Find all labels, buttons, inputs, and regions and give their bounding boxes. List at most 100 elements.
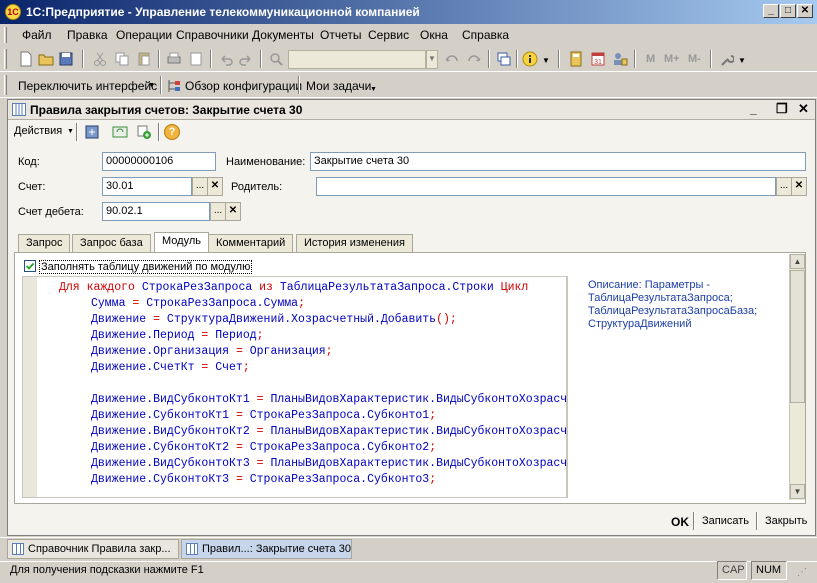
code-line: Для каждого СтрокаРезЗапроса из ТаблицаР… [59, 281, 529, 294]
num-lock-indicator: NUM [751, 561, 787, 580]
debit-account-field[interactable]: 90.02.1 [102, 202, 210, 221]
search-next-icon[interactable] [466, 51, 482, 67]
parent-clear-button[interactable]: ✕ [791, 177, 807, 196]
parent-select-button[interactable]: ... [776, 177, 792, 196]
switch-interface-dropdown-icon[interactable]: ▼ [148, 82, 155, 89]
memory-m-button[interactable]: M [646, 53, 655, 65]
my-tasks-dropdown-icon[interactable]: ▼ [370, 86, 377, 93]
cut-icon[interactable] [92, 51, 108, 67]
resize-grip-icon[interactable]: ⋰ [797, 567, 811, 579]
tools-icon[interactable] [718, 51, 734, 67]
close-button[interactable]: Закрыть [765, 515, 807, 527]
info-dropdown-icon[interactable]: ▼ [542, 56, 550, 65]
taskbar-item-label: Справочник Правила закр... [28, 543, 171, 555]
undo-icon[interactable] [218, 51, 234, 67]
toolbar-grip[interactable] [4, 49, 7, 69]
form-close-icon[interactable]: ✕ [798, 101, 809, 117]
account-clear-button[interactable]: ✕ [207, 177, 223, 196]
help-icon[interactable]: ? [164, 124, 180, 140]
account-field[interactable]: 30.01 [102, 177, 192, 196]
calculator-icon[interactable] [568, 51, 584, 67]
menu-windows[interactable]: Окна [420, 28, 448, 42]
config-tree-icon[interactable] [166, 78, 182, 94]
account-select-button[interactable]: ... [192, 177, 208, 196]
menu-file[interactable]: Файл [22, 28, 52, 42]
menu-reports[interactable]: Отчеты [320, 28, 361, 42]
memory-minus-button[interactable]: M- [688, 53, 701, 65]
code-label: Код: [18, 156, 40, 168]
calendar-icon[interactable]: 31 [590, 51, 606, 67]
code-line: Движение.СубконтоКт2 = СтрокаРезЗапроса.… [91, 441, 437, 454]
new-document-icon[interactable] [18, 51, 34, 67]
switch-interface-button[interactable]: Переключить интерфейс [18, 79, 157, 93]
users-icon[interactable] [612, 51, 628, 67]
code-line: Движение = СтруктураДвижений.Хозрасчетны… [91, 313, 457, 326]
tab-query[interactable]: Запрос [18, 234, 71, 253]
actions-menu[interactable]: Действия [14, 125, 62, 137]
search-input[interactable] [288, 50, 426, 69]
save-and-close-icon[interactable] [84, 124, 100, 140]
search-icon[interactable] [268, 51, 284, 67]
copy-record-icon[interactable] [136, 124, 152, 140]
form-title: Правила закрытия счетов: Закрытие счета … [30, 103, 303, 117]
refresh-icon[interactable] [112, 124, 128, 140]
code-line: Движение.ВидСубконтоКт1 = ПланыВидовХара… [91, 393, 567, 406]
menu-service[interactable]: Сервис [368, 28, 409, 42]
actions-dropdown-icon[interactable]: ▼ [67, 128, 74, 135]
copy-icon[interactable] [114, 51, 130, 67]
fill-movements-checkbox[interactable] [24, 260, 36, 272]
tab-comment[interactable]: Комментарий [208, 234, 294, 253]
taskbar-item-catalog[interactable]: Справочник Правила закр... [7, 539, 179, 559]
form-minimize-icon[interactable]: _ [750, 102, 757, 116]
close-icon[interactable]: ✕ [797, 4, 813, 18]
windows-icon[interactable] [496, 51, 512, 67]
toolbar-grip[interactable] [4, 27, 7, 43]
print-preview-icon[interactable] [188, 51, 204, 67]
taskbar-item-form[interactable]: Правил...: Закрытие счета 30 [181, 539, 352, 559]
maximize-icon[interactable]: □ [780, 4, 796, 18]
minimize-icon[interactable]: _ [763, 4, 779, 18]
menu-help[interactable]: Справка [462, 28, 509, 42]
save-button[interactable]: Записать [702, 515, 749, 527]
fill-movements-label[interactable]: Заполнять таблицу движений по модулю [39, 260, 253, 274]
code-line: Движение.СубконтоКт3 = СтрокаРезЗапроса.… [91, 473, 437, 486]
scroll-down-icon[interactable]: ▼ [790, 484, 805, 499]
open-folder-icon[interactable] [38, 51, 54, 67]
menu-edit[interactable]: Правка [67, 28, 108, 42]
code-field[interactable]: 00000000106 [102, 152, 216, 171]
form-title-bar[interactable]: Правила закрытия счетов: Закрытие счета … [8, 100, 815, 120]
tab-query-base[interactable]: Запрос база [72, 234, 151, 253]
debit-account-select-button[interactable]: ... [210, 202, 226, 221]
search-previous-icon[interactable] [444, 51, 460, 67]
parent-field[interactable] [316, 177, 776, 196]
config-overview-button[interactable]: Обзор конфигурации [185, 79, 302, 93]
name-field[interactable]: Закрытие счета 30 [310, 152, 806, 171]
save-icon[interactable] [58, 51, 74, 67]
toolbar-grip[interactable] [4, 75, 7, 95]
info-icon[interactable] [522, 51, 538, 67]
tools-dropdown-icon[interactable]: ▼ [738, 56, 746, 65]
scroll-up-icon[interactable]: ▲ [790, 254, 805, 269]
tab-history[interactable]: История изменения [296, 234, 413, 253]
form-restore-icon[interactable]: ❐ [776, 101, 788, 117]
standard-toolbar: ▼ ▼ 31 M M+ M- ▼ [0, 46, 817, 72]
menu-documents[interactable]: Документы [252, 28, 314, 42]
paste-icon[interactable] [136, 51, 152, 67]
tab-module[interactable]: Модуль [154, 232, 209, 254]
search-dropdown-icon[interactable]: ▼ [426, 50, 438, 69]
vertical-scrollbar[interactable]: ▲ ▼ [789, 254, 805, 500]
catalog-icon [186, 543, 198, 555]
menu-operations[interactable]: Операции [116, 28, 172, 42]
code-line: Движение.ВидСубконтоКт3 = ПланыВидовХара… [91, 457, 567, 470]
module-code-editor[interactable]: Для каждого СтрокаРезЗапроса из ТаблицаР… [22, 276, 567, 498]
scroll-thumb[interactable] [790, 270, 805, 403]
menu-catalogs[interactable]: Справочники [176, 28, 249, 42]
redo-icon[interactable] [238, 51, 254, 67]
print-icon[interactable] [166, 51, 182, 67]
app-title-bar[interactable]: 1С 1С:Предприятие - Управление телекомму… [0, 0, 817, 24]
debit-account-clear-button[interactable]: ✕ [225, 202, 241, 221]
memory-plus-button[interactable]: M+ [664, 53, 680, 65]
status-hint: Для получения подсказки нажмите F1 [10, 564, 204, 576]
ok-button[interactable]: OK [671, 515, 689, 529]
my-tasks-button[interactable]: Мои задачи [306, 79, 371, 93]
